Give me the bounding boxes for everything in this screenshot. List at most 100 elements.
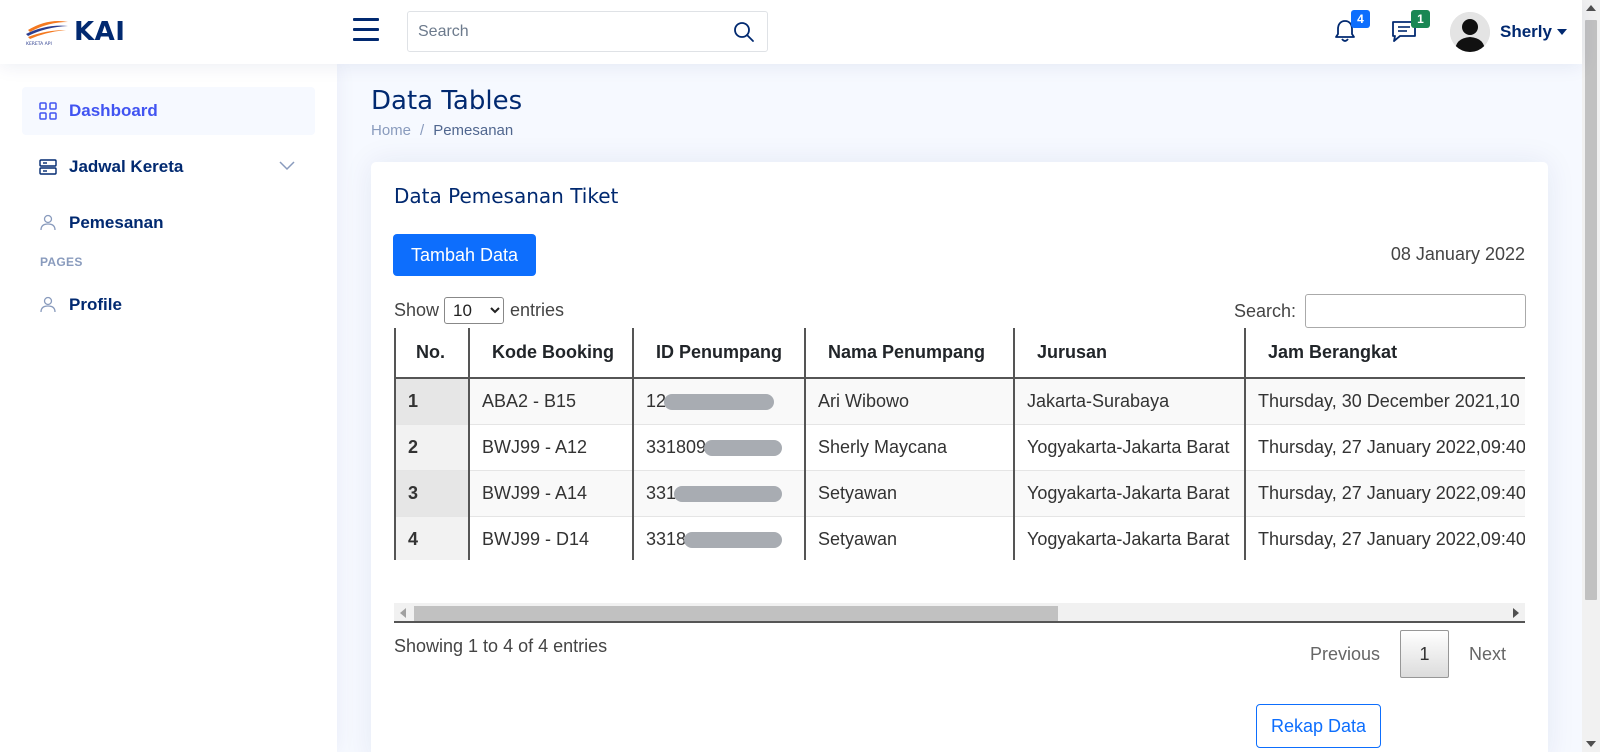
user-avatar-icon <box>1450 12 1490 52</box>
rekap-data-button[interactable]: Rekap Data <box>1256 704 1381 748</box>
table-search-label: Search: <box>1233 300 1296 321</box>
sidebar-item-label: Profile <box>69 295 122 314</box>
hamburger-icon-bar <box>353 38 379 41</box>
kai-logo-icon: KERETA API <box>26 21 68 47</box>
cell-nama: Sherly Maycana <box>804 423 1014 470</box>
scrollbar-thumb[interactable] <box>414 606 1058 621</box>
cell-no: 1 <box>394 377 469 424</box>
column-header[interactable]: Jam Berangkat <box>1244 328 1525 379</box>
breadcrumb-current: Pemesanan <box>433 122 514 139</box>
logo-subtext: KERETA API <box>26 41 52 47</box>
cell-nama: Ari Wibowo <box>804 377 1014 424</box>
header-search-input[interactable] <box>408 12 708 51</box>
cell-no: 2 <box>394 423 469 470</box>
column-header[interactable]: Nama Penumpang <box>804 328 1014 379</box>
sidebar-toggle-button[interactable] <box>353 18 379 42</box>
person-icon <box>40 214 56 231</box>
column-header[interactable]: No. <box>394 328 469 379</box>
table-row: 2 BWJ99 - A12 331809 Sherly Maycana Yogy… <box>394 423 1525 470</box>
table-row: 4 BWJ99 - D14 3318 Setyawan Yogyakarta-J… <box>394 515 1525 560</box>
hamburger-icon-bar <box>353 28 379 31</box>
person-icon <box>40 296 56 313</box>
column-header[interactable]: Jurusan <box>1013 328 1245 379</box>
cell-no: 3 <box>394 469 469 516</box>
redaction-mark <box>684 532 783 548</box>
next-page-button[interactable]: Next <box>1449 644 1526 665</box>
current-date: 08 January 2022 <box>1390 244 1525 264</box>
table-search-control: Search: <box>1234 294 1526 328</box>
scroll-down-arrow-icon[interactable] <box>1586 741 1596 747</box>
table-header-row: No. Kode Booking ID Penumpang Nama Penum… <box>394 328 1525 379</box>
add-data-button[interactable]: Tambah Data <box>393 234 536 276</box>
entries-label: entries <box>510 300 565 320</box>
top-header: KERETA API KAI 4 1 <box>0 0 1582 64</box>
sidebar-item-pemesanan[interactable]: Pemesanan <box>22 199 315 247</box>
cell-jurusan: Jakarta-Surabaya <box>1013 377 1245 424</box>
table-search-input[interactable] <box>1305 294 1526 328</box>
cell-jurusan: Yogyakarta-Jakarta Barat <box>1013 469 1245 516</box>
scroll-right-arrow-icon[interactable] <box>1513 608 1519 618</box>
breadcrumb: Home / Pemesanan <box>371 122 522 139</box>
data-card: Data Pemesanan Tiket Tambah Data 08 Janu… <box>371 162 1548 752</box>
column-header[interactable]: ID Penumpang <box>632 328 805 379</box>
table-info: Showing 1 to 4 of 4 entries <box>394 636 608 656</box>
header-search-form <box>407 11 768 52</box>
bookings-table: No. Kode Booking ID Penumpang Nama Penum… <box>394 328 1525 560</box>
sidebar: Dashboard Jadwal Kereta Pemesanan PAGES … <box>0 64 337 752</box>
table-row: 3 BWJ99 - A14 331 Setyawan Yogyakarta-Ja… <box>394 469 1525 516</box>
chevron-down-icon <box>279 161 295 171</box>
cell-jam: Thursday, 30 December 2021,10 <box>1244 377 1525 424</box>
pagination: Previous 1 Next <box>1290 630 1526 678</box>
scrollbar-track[interactable] <box>394 603 1525 623</box>
sidebar-item-profile[interactable]: Profile <box>22 281 315 329</box>
cell-id-penumpang: 3318 <box>632 515 805 560</box>
cell-jam: Thursday, 27 January 2022,09:40 <box>1244 469 1525 516</box>
search-icon[interactable] <box>733 21 755 43</box>
cell-id-penumpang: 331 <box>632 469 805 516</box>
messages-badge: 1 <box>1411 10 1430 28</box>
page-vertical-scrollbar[interactable] <box>1582 0 1600 752</box>
redaction-mark <box>664 394 775 410</box>
sidebar-item-jadwal-kereta[interactable]: Jadwal Kereta <box>22 143 315 191</box>
cell-jurusan: Yogyakarta-Jakarta Barat <box>1013 515 1245 560</box>
cell-kode-booking: ABA2 - B15 <box>468 377 633 424</box>
sidebar-pages-heading: PAGES <box>40 255 83 269</box>
grid-icon <box>39 102 57 120</box>
cell-id-penumpang: 331809 <box>632 423 805 470</box>
previous-page-button[interactable]: Previous <box>1290 644 1400 665</box>
page-length-select[interactable]: 102550100 <box>444 297 505 324</box>
page-scrollbar-thumb[interactable] <box>1585 20 1597 600</box>
page-title-block: Data Tables Home / Pemesanan <box>371 86 522 139</box>
sidebar-item-label: Jadwal Kereta <box>69 157 184 176</box>
table-scroll-container[interactable]: No. Kode Booking ID Penumpang Nama Penum… <box>394 328 1525 560</box>
page-title: Data Tables <box>371 86 523 116</box>
table-row: 1 ABA2 - B15 12 Ari Wibowo Jakarta-Surab… <box>394 377 1525 424</box>
notifications-button[interactable]: 4 <box>1332 10 1370 44</box>
brand-logo[interactable]: KERETA API KAI <box>24 14 125 50</box>
hamburger-icon-bar <box>353 18 379 21</box>
server-icon <box>39 159 57 175</box>
cell-kode-booking: BWJ99 - A14 <box>468 469 633 516</box>
redaction-mark <box>674 485 783 502</box>
cell-jam: Thursday, 27 January 2022,09:40 <box>1244 515 1525 560</box>
cell-jurusan: Yogyakarta-Jakarta Barat <box>1013 423 1245 470</box>
cell-kode-booking: BWJ99 - D14 <box>468 515 633 560</box>
table-horizontal-scrollbar[interactable] <box>394 603 1525 627</box>
card-title: Data Pemesanan Tiket <box>394 184 619 208</box>
id-visible-text: 12 <box>646 390 667 411</box>
id-visible-text: 3318 <box>646 528 687 549</box>
messages-button[interactable]: 1 <box>1390 10 1430 44</box>
user-profile-dropdown[interactable]: Sherly <box>1450 11 1567 53</box>
column-header[interactable]: Kode Booking <box>468 328 633 379</box>
page-1-button[interactable]: 1 <box>1399 630 1449 678</box>
cell-kode-booking: BWJ99 - A12 <box>468 423 633 470</box>
avatar <box>1450 12 1490 52</box>
breadcrumb-home-link[interactable]: Home <box>371 122 411 139</box>
cell-id-penumpang: 12 <box>632 377 805 424</box>
sidebar-item-dashboard[interactable]: Dashboard <box>22 87 315 135</box>
caret-down-icon <box>1556 29 1567 35</box>
scroll-up-arrow-icon[interactable] <box>1586 5 1596 11</box>
brand-name: KAI <box>74 17 126 47</box>
scroll-left-arrow-icon[interactable] <box>400 608 406 618</box>
cell-jam: Thursday, 27 January 2022,09:40 <box>1244 423 1525 470</box>
